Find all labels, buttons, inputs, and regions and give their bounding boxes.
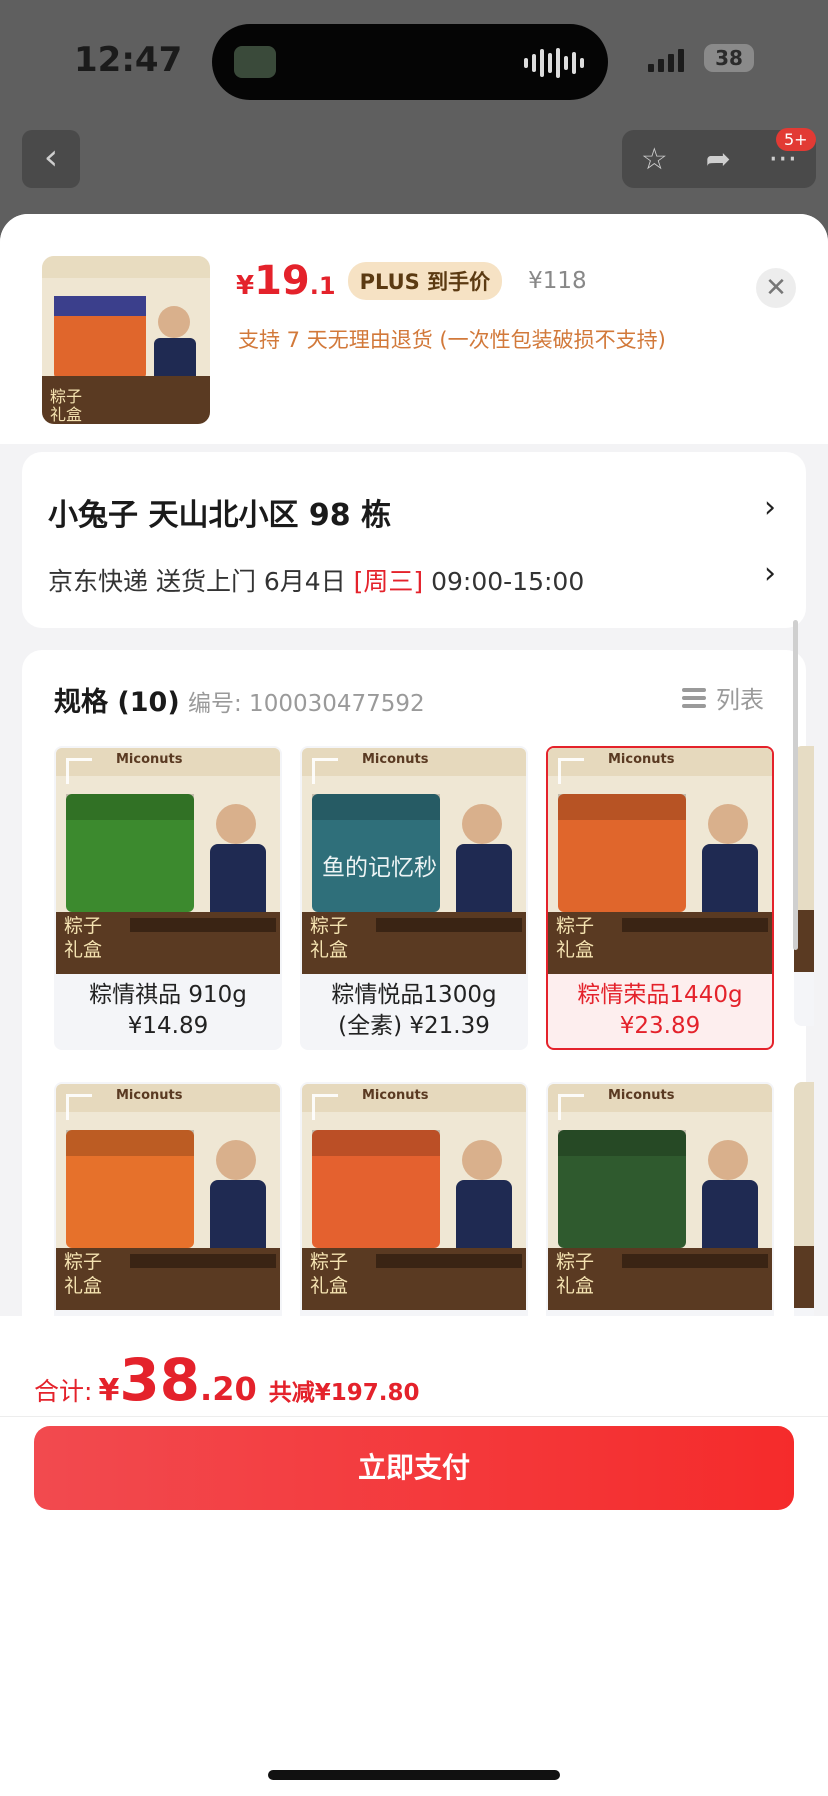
scrollbar[interactable] <box>793 620 798 950</box>
spec-option-image: Miconuts 粽子 礼盒 <box>302 1084 526 1310</box>
gift-box-label: 粽子 礼盒 <box>310 915 349 961</box>
spec-option[interactable]: Miconuts 粽子 礼盒 鱼的记忆秒粽情悦品1300g (全素) ¥21.39 <box>300 746 528 1050</box>
close-button[interactable]: ✕ <box>756 268 796 308</box>
spec-grid: Miconuts 粽子 礼盒 粽情祺品 910g ¥14.89 Miconuts 粽子 礼… <box>54 746 814 1406</box>
spec-title: 规格 (10) <box>54 687 180 718</box>
brand-logo: Miconuts <box>362 1088 429 1103</box>
spec-option-label: 粽情悦品1300g (全素) ¥21.39 <box>302 974 526 1048</box>
spec-option-image: Miconuts 粽子 礼盒 鱼的记忆秒 <box>302 748 526 974</box>
spec-option-name: 粽情荣品1440g <box>577 982 743 1008</box>
current-price: ¥19.1 <box>236 258 336 304</box>
list-view-toggle[interactable]: 列表 <box>682 680 764 715</box>
back-button[interactable]: ‹ <box>22 130 80 188</box>
brand-logo: Miconuts <box>362 752 429 767</box>
spec-option-image: Miconuts 粽子 礼盒 <box>548 748 772 974</box>
spec-option-image: Miconuts 粽子 礼盒 <box>56 1084 280 1310</box>
spec-option-label: 粽情祺品 910g ¥14.89 <box>56 974 280 1048</box>
spec-option-name: 粽情悦品1300g <box>331 982 497 1008</box>
sku-number: 编号: 100030477592 <box>188 691 425 717</box>
total-saving: 共减¥197.80 <box>268 1380 420 1406</box>
star-icon[interactable]: ☆ <box>641 142 668 177</box>
audio-wave-icon <box>524 48 584 78</box>
status-bar: 12:47 38 <box>0 0 828 110</box>
brand-logo: Miconuts <box>116 752 183 767</box>
spec-option-image: Miconuts 粽子 礼盒 <box>56 748 280 974</box>
expand-icon[interactable] <box>66 1094 92 1120</box>
watermark-text: 鱼的记忆秒 <box>322 855 437 881</box>
pay-now-button[interactable]: 立即支付 <box>34 1426 794 1510</box>
price-row: ¥19.1 PLUS 到手价 ¥118 <box>236 258 587 304</box>
expand-icon[interactable] <box>558 1094 584 1120</box>
original-price: ¥118 <box>528 268 587 294</box>
expand-icon[interactable] <box>66 758 92 784</box>
delivery-day: [周三] <box>353 567 424 596</box>
dynamic-island <box>212 24 608 100</box>
brand-logo: Miconuts <box>608 752 675 767</box>
divider <box>0 1416 828 1417</box>
spec-option[interactable]: Miconuts 粽子 礼盒粽情荣品1440g ¥23.89 <box>546 746 774 1050</box>
spec-option-price: (全素) ¥21.39 <box>338 1013 490 1039</box>
gift-box-label: 粽子 礼盒 <box>64 1251 103 1297</box>
delivery-address: 小兔子 天山北小区 98 栋 <box>48 498 392 533</box>
gift-box-label: 粽子 礼盒 <box>556 915 595 961</box>
list-icon <box>682 686 706 710</box>
share-icon[interactable]: ➦ <box>706 142 731 177</box>
expand-icon[interactable] <box>312 758 338 784</box>
plus-price-tag: PLUS 到手价 <box>347 262 503 300</box>
gift-box-label: 粽子 礼盒 <box>310 1251 349 1297</box>
home-indicator <box>268 1770 560 1780</box>
spec-option-label: 粽情荣品1440g ¥23.89 <box>548 974 772 1048</box>
chevron-right-icon: › <box>764 490 776 525</box>
battery-icon: 38 <box>704 44 754 72</box>
address-card[interactable]: 小兔子 天山北小区 98 栋 › 京东快递 送货上门 6月4日 [周三] 09:… <box>22 452 806 628</box>
signal-icon <box>648 46 684 72</box>
spec-option-price: ¥23.89 <box>619 1013 701 1039</box>
spec-option-name: 粽情祺品 910g <box>89 982 247 1008</box>
island-avatar <box>234 46 276 78</box>
brand-logo: Miconuts <box>608 1088 675 1103</box>
return-policy-note: 支持 7 天无理由退货 (一次性包装破损不支持) <box>238 328 666 352</box>
brand-logo: Miconuts <box>116 1088 183 1103</box>
product-thumbnail[interactable]: 粽子 礼盒 <box>42 256 210 424</box>
spec-option-image: Miconuts 粽子 礼盒 <box>548 1084 772 1310</box>
product-summary: 粽子 礼盒 ¥19.1 PLUS 到手价 ¥118 支持 7 天无理由退货 (一… <box>0 214 828 444</box>
purchase-sheet: 粽子 礼盒 ¥19.1 PLUS 到手价 ¥118 支持 7 天无理由退货 (一… <box>0 214 828 1796</box>
total-amount: 38 <box>119 1346 201 1414</box>
spec-option[interactable]: Miconuts 粽子 礼盒粽情祺品 910g ¥14.89 <box>54 746 282 1050</box>
gift-box-label: 粽子 礼盒 <box>556 1251 595 1297</box>
total-label: 合计: <box>34 1377 93 1406</box>
gift-box-label: 粽子 礼盒 <box>64 915 103 961</box>
expand-icon[interactable] <box>312 1094 338 1120</box>
svg-text:粽子: 粽子 <box>50 387 82 406</box>
svg-text:礼盒: 礼盒 <box>50 405 82 424</box>
expand-icon[interactable] <box>558 758 584 784</box>
delivery-schedule[interactable]: 京东快递 送货上门 6月4日 [周三] 09:00-15:00 <box>48 562 584 598</box>
status-time: 12:47 <box>74 40 183 80</box>
message-badge: 5+ <box>776 128 816 151</box>
chevron-right-icon: › <box>764 556 776 591</box>
total-row: 合计: ¥ 38 .20 共减¥197.80 <box>34 1346 420 1414</box>
checkout-footer: 合计: ¥ 38 .20 共减¥197.80 立即支付 <box>0 1316 828 1796</box>
spec-option-price: ¥14.89 <box>127 1013 209 1039</box>
